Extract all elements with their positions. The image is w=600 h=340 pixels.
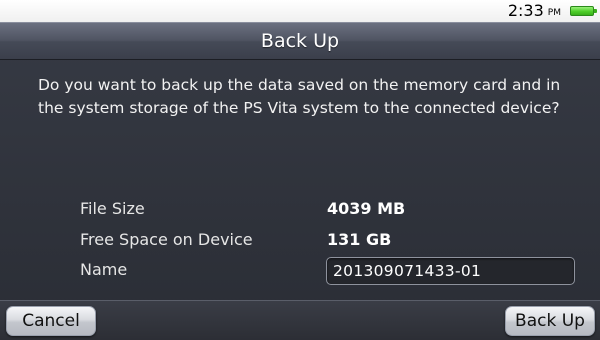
free-space-value: 131 GB xyxy=(327,230,392,249)
free-space-row: Free Space on Device 131 GB xyxy=(80,228,580,252)
name-input-value: 201309071433-01 xyxy=(333,262,482,280)
file-size-label: File Size xyxy=(80,199,145,218)
back-up-button[interactable]: Back Up xyxy=(505,306,595,336)
cancel-button[interactable]: Cancel xyxy=(6,306,96,336)
name-input[interactable]: 201309071433-01 xyxy=(326,257,575,285)
page-title: Back Up xyxy=(260,30,340,52)
file-size-row: File Size 4039 MB xyxy=(80,197,580,221)
clock-time: 2:33 xyxy=(507,1,544,20)
name-row: Name 201309071433-01 xyxy=(80,257,580,285)
battery-icon xyxy=(570,6,594,16)
file-size-value: 4039 MB xyxy=(327,199,406,218)
dialog-message: Do you want to back up the data saved on… xyxy=(38,76,561,117)
name-label: Name xyxy=(80,260,128,279)
title-bar: Back Up xyxy=(0,22,600,60)
bottom-bar: Cancel Back Up xyxy=(0,300,600,340)
battery-tip xyxy=(594,9,597,13)
status-bar: 2:33 PM xyxy=(0,0,600,22)
free-space-label: Free Space on Device xyxy=(80,230,253,249)
clock: 2:33 PM xyxy=(508,2,561,20)
clock-ampm: PM xyxy=(547,8,561,18)
